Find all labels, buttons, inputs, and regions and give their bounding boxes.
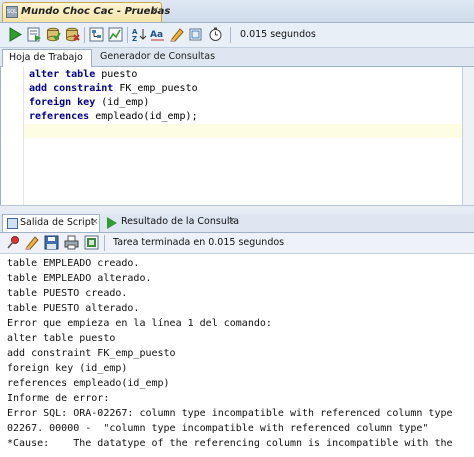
editor-gutter (1, 67, 24, 205)
run-statement-icon[interactable] (8, 27, 23, 42)
clear-icon[interactable] (169, 27, 184, 42)
output-toolbar: Tarea terminada en 0.015 segundos (0, 233, 474, 254)
explain-plan-icon[interactable] (89, 27, 104, 42)
tab-query-result-label: Resultado de la Consulta (121, 216, 240, 227)
play-icon (107, 217, 117, 229)
output-line: table EMPLEADO creado. (7, 258, 140, 269)
svg-text:Z: Z (132, 35, 137, 42)
tab-script-output-label: Salida de Script (20, 217, 95, 228)
editor-horizontal-scrollbar[interactable] (0, 205, 474, 214)
pin-icon[interactable] (6, 235, 21, 250)
output-line: table PUESTO alterado. (7, 303, 140, 314)
stopwatch-icon (208, 27, 223, 42)
history-icon[interactable]: Aa (150, 27, 165, 42)
sql-tuning-icon[interactable] (188, 27, 203, 42)
run-script-icon[interactable] (27, 27, 42, 42)
close-tab-icon[interactable]: × (151, 5, 159, 16)
output-line: table PUESTO creado. (7, 288, 128, 299)
script-output-panel: table EMPLEADO creado. table EMPLEADO al… (0, 254, 474, 457)
document-tab-title: Mundo Choc Cac - Pruebas (21, 6, 171, 17)
save-icon[interactable] (44, 235, 59, 250)
code-line: references empleado(id_emp); (29, 111, 198, 122)
task-status-label: Tarea terminada en 0.015 segundos (113, 237, 285, 248)
rollback-icon[interactable] (65, 27, 80, 42)
sort-icon[interactable]: AZ (132, 27, 147, 43)
output-line: add constraint FK_emp_puesto (7, 348, 176, 359)
code-line: foreign key (id_emp) (29, 97, 150, 108)
editor-tab-bar: Hoja de Trabajo Generador de Consultas (0, 48, 474, 67)
eraser-icon[interactable] (24, 235, 39, 250)
output-line: alter table puesto (7, 333, 116, 344)
close-tab-icon[interactable]: × (91, 217, 99, 227)
document-tab-bar: SQL Mundo Choc Cac - Pruebas × (0, 0, 474, 23)
print-icon[interactable] (64, 235, 79, 250)
tab-query-builder[interactable]: Generador de Consultas (96, 49, 215, 66)
current-line-highlight (24, 124, 462, 138)
code-line: add constraint FK_emp_puesto (29, 83, 198, 94)
execution-time-label: 0.015 segundos (240, 29, 316, 40)
tab-worksheet[interactable]: Hoja de Trabajo (2, 49, 92, 67)
output-line: table EMPLEADO alterado. (7, 273, 152, 284)
commit-icon[interactable] (46, 27, 61, 42)
svg-text:Aa: Aa (150, 30, 163, 40)
save-as-icon[interactable] (84, 235, 99, 250)
output-line: 02267. 00000 - "column type incompatible… (7, 423, 429, 434)
tab-script-output[interactable]: Salida de Script × (2, 214, 100, 232)
sql-editor[interactable]: alter table puesto add constraint FK_emp… (0, 67, 462, 205)
sql-worksheet-icon: SQL (6, 6, 18, 18)
script-output-icon (7, 218, 18, 229)
output-line: *Cause: The datatype of the referencing … (7, 438, 453, 449)
output-line: Error SQL: ORA-02267: column type incomp… (7, 408, 453, 419)
autotrace-icon[interactable] (108, 27, 123, 42)
editor-vertical-scrollbar[interactable] (462, 67, 474, 205)
worksheet-document-tab[interactable]: SQL Mundo Choc Cac - Pruebas × (2, 2, 170, 22)
output-line: references empleado(id_emp) (7, 378, 170, 389)
tab-query-result[interactable]: Resultado de la Consulta × (104, 214, 239, 232)
output-line: Informe de error: (7, 393, 110, 404)
output-tab-bar: Salida de Script × Resultado de la Consu… (0, 214, 474, 233)
worksheet-toolbar: AZ Aa 0.015 segundos (0, 23, 474, 48)
output-line: foreign key (id_emp) (7, 363, 128, 374)
code-line: alter table puesto (29, 69, 138, 80)
close-tab-icon[interactable]: × (228, 216, 236, 226)
output-line: Error que empieza en la línea 1 del coma… (7, 318, 272, 329)
